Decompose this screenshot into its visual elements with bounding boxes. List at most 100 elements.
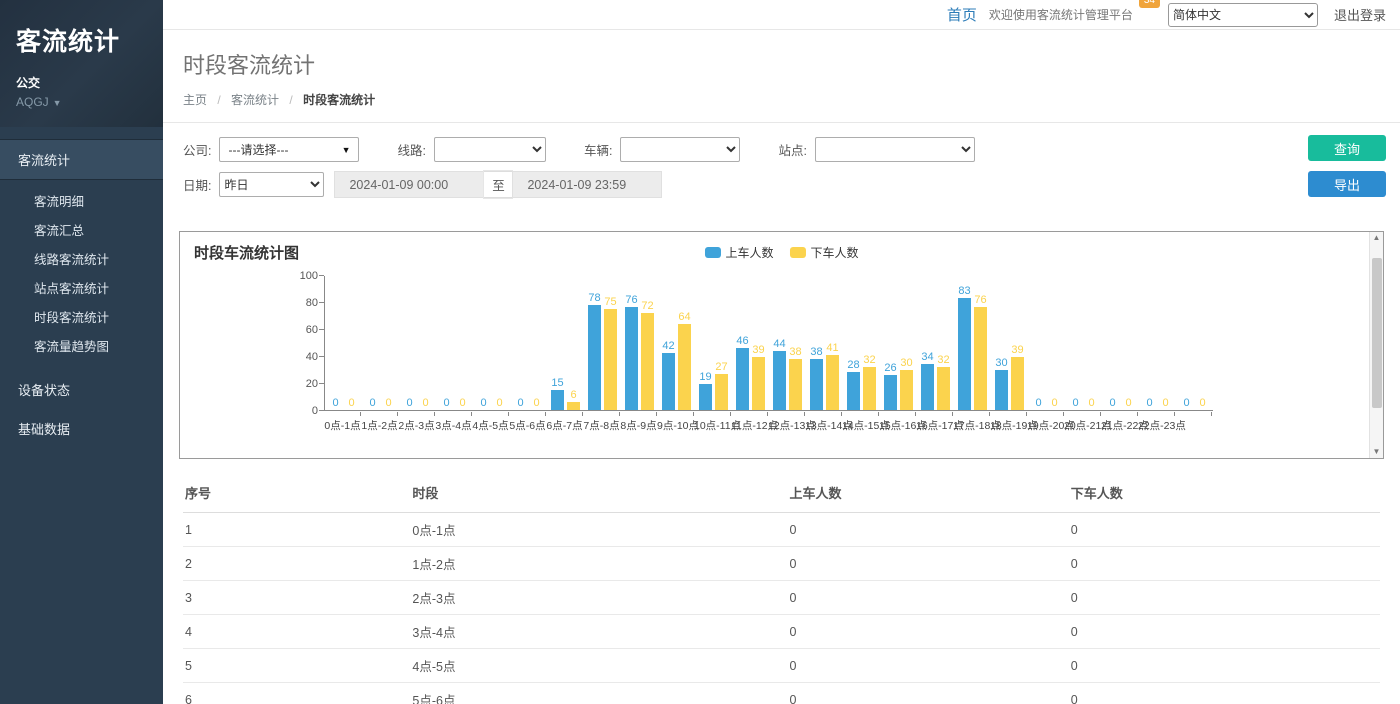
station-select[interactable] [815, 137, 975, 162]
sidebar-item-period-flow-stats[interactable]: 时段客流统计 [0, 302, 163, 331]
date-label: 日期: [183, 175, 211, 194]
x-axis-tickmark [990, 412, 1027, 416]
bar-column: 0 [419, 397, 433, 410]
app-title: 客流统计 [16, 22, 147, 58]
logout-link[interactable]: 退出登录 [1334, 5, 1386, 24]
home-link[interactable]: 首页 [947, 4, 977, 25]
sidebar-item-route-flow-stats[interactable]: 线路客流统计 [0, 244, 163, 273]
bar[interactable] [900, 370, 913, 411]
bar[interactable] [567, 402, 580, 410]
sidebar-item-flow-detail[interactable]: 客流明细 [0, 186, 163, 215]
bar[interactable] [847, 372, 860, 410]
bar[interactable] [810, 359, 823, 410]
scrollbar-thumb[interactable] [1372, 258, 1382, 408]
line-label: 线路: [397, 140, 425, 159]
bar-group: 3039 [991, 275, 1028, 410]
table-header-row: 序号 时段 上车人数 下车人数 [183, 471, 1380, 513]
x-axis-tickmark [953, 412, 990, 416]
scroll-down-icon[interactable]: ▼ [1373, 448, 1381, 456]
bar[interactable] [995, 370, 1008, 411]
date-from-input[interactable]: 2024-01-09 00:00 [334, 171, 484, 198]
company-select[interactable]: ---请选择--- ▼ [219, 137, 359, 162]
bar-group: 00 [362, 275, 399, 410]
y-axis-tick-label: 100 [300, 270, 318, 282]
bar-value-label: 0 [422, 397, 428, 409]
bar-group: 2832 [843, 275, 880, 410]
sidebar-item-station-flow-stats[interactable]: 站点客流统计 [0, 273, 163, 302]
bar[interactable] [921, 364, 934, 410]
date-preset-select[interactable]: 昨日 [219, 172, 324, 197]
bar-value-label: 32 [937, 354, 949, 366]
x-axis-label: 3点-4点 [435, 418, 472, 433]
notification-badge[interactable]: 34 [1139, 0, 1160, 8]
chart-scrollbar[interactable]: ▲ ▼ [1369, 232, 1383, 458]
bar[interactable] [551, 390, 564, 410]
x-axis-tickmark [324, 412, 361, 416]
x-axis-label: 12点-13点 [768, 418, 805, 433]
bar[interactable] [958, 298, 971, 410]
bar[interactable] [773, 351, 786, 410]
bar[interactable] [1011, 357, 1024, 410]
bar-value-label: 34 [921, 351, 933, 363]
sidebar-item-device-status[interactable]: 设备状态 [0, 370, 163, 409]
legend-item[interactable]: 下车人数 [790, 244, 859, 261]
bar[interactable] [884, 375, 897, 410]
bar[interactable] [699, 384, 712, 410]
bar[interactable] [826, 355, 839, 410]
header-period: 时段 [410, 471, 787, 513]
y-axis-tick-label: 20 [306, 378, 318, 390]
bar[interactable] [736, 348, 749, 410]
bar-column: 0 [1159, 397, 1173, 410]
breadcrumb-home[interactable]: 主页 [183, 93, 207, 107]
cell-period: 3点-4点 [410, 615, 787, 649]
x-axis-label: 13点-14点 [805, 418, 842, 433]
bar-group: 4438 [769, 275, 806, 410]
bar-value-label: 0 [1183, 397, 1189, 409]
x-axis-label: 7点-8点 [583, 418, 620, 433]
language-select[interactable]: 简体中文 [1168, 3, 1318, 27]
bar-value-label: 0 [1088, 397, 1094, 409]
legend-item[interactable]: 上车人数 [704, 244, 773, 261]
y-axis-tick-label: 60 [306, 324, 318, 336]
x-axis-label: 15点-16点 [879, 418, 916, 433]
cell-alighting: 0 [1069, 513, 1380, 547]
sidebar-item-flow-stats[interactable]: 客流统计 [0, 139, 163, 180]
line-select[interactable] [434, 137, 546, 162]
bar[interactable] [715, 374, 728, 410]
bar-column: 0 [1143, 397, 1157, 410]
chart-x-ticks [324, 412, 1212, 416]
bar[interactable] [625, 307, 638, 410]
sidebar-item-base-data[interactable]: 基础数据 [0, 409, 163, 448]
vehicle-select[interactable] [620, 137, 740, 162]
bar-column: 34 [921, 351, 935, 410]
export-button[interactable]: 导出 [1308, 171, 1386, 197]
bar-value-label: 30 [900, 357, 912, 369]
bar-value-label: 32 [863, 354, 875, 366]
breadcrumb-parent[interactable]: 客流统计 [231, 93, 279, 107]
bar[interactable] [662, 353, 675, 410]
bar[interactable] [937, 367, 950, 410]
filter-buttons: 查询 导出 [1308, 135, 1386, 197]
sidebar-item-flow-summary[interactable]: 客流汇总 [0, 215, 163, 244]
sidebar-item-flow-trend-chart[interactable]: 客流量趋势图 [0, 331, 163, 360]
query-button[interactable]: 查询 [1308, 135, 1386, 161]
bar[interactable] [863, 367, 876, 410]
scroll-up-icon[interactable]: ▲ [1373, 234, 1381, 242]
bar[interactable] [588, 305, 601, 410]
bar-column: 0 [1106, 397, 1120, 410]
bar[interactable] [789, 359, 802, 410]
chart-plot: 0000000000001567875767242641927463944383… [324, 276, 1213, 411]
bar[interactable] [974, 307, 987, 410]
breadcrumb-separator: / [217, 93, 220, 107]
bar[interactable] [752, 357, 765, 410]
bar[interactable] [678, 324, 691, 410]
bar[interactable] [604, 309, 617, 410]
user-dropdown[interactable]: AQGJ▼ [16, 95, 147, 109]
breadcrumb-current: 时段客流统计 [303, 93, 375, 107]
bar-column: 0 [456, 397, 470, 410]
bar-column: 0 [1085, 397, 1099, 410]
cell-index: 6 [183, 683, 410, 704]
date-to-input[interactable]: 2024-01-09 23:59 [512, 171, 662, 198]
x-axis-tickmark [768, 412, 805, 416]
bar[interactable] [641, 313, 654, 410]
